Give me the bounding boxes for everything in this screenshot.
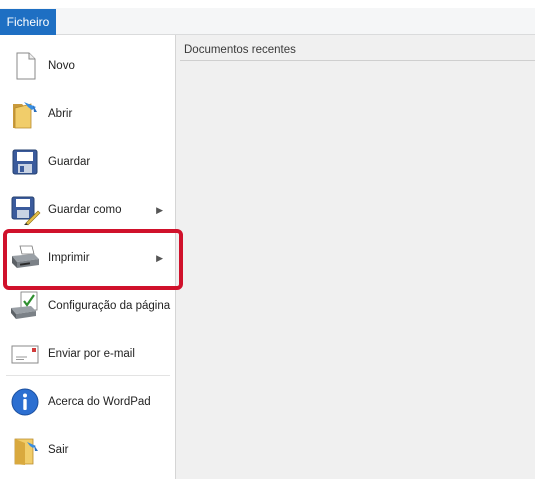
save-disk-icon xyxy=(12,149,38,175)
save-as-icon xyxy=(11,196,41,226)
new-document-icon xyxy=(16,52,36,80)
menu-item-label: Sair xyxy=(48,444,69,456)
highlight-box xyxy=(3,229,183,290)
file-tab[interactable]: Ficheiro xyxy=(0,9,56,35)
menu-item-save[interactable]: Guardar xyxy=(0,139,175,185)
exit-icon xyxy=(14,438,38,465)
menu-item-label: Acerca do WordPad xyxy=(48,396,151,408)
submenu-arrow-icon: ▶ xyxy=(156,204,163,215)
window-top-strip xyxy=(0,0,535,8)
menu-item-new[interactable]: Novo xyxy=(0,43,175,89)
ribbon-bar xyxy=(0,8,535,35)
menu-item-label: Guardar xyxy=(48,156,91,168)
menu-item-save-as[interactable]: Guardar como ▶ xyxy=(0,187,175,233)
info-icon xyxy=(11,388,39,416)
menu-item-label: Configuração da página xyxy=(48,300,171,312)
recent-documents-title: Documentos recentes xyxy=(184,44,296,56)
menu-item-label: Guardar como xyxy=(48,204,122,216)
recent-documents-divider xyxy=(180,60,535,61)
open-folder-icon xyxy=(13,102,37,129)
menu-item-exit[interactable]: Sair xyxy=(0,427,175,473)
menu-item-about[interactable]: Acerca do WordPad xyxy=(0,379,175,425)
menu-item-label: Enviar por e-mail xyxy=(48,348,135,360)
menu-item-label: Abrir xyxy=(48,108,73,120)
page-setup-icon xyxy=(11,291,38,319)
recent-documents-panel: Documentos recentes xyxy=(176,35,535,479)
menu-separator xyxy=(6,375,170,376)
menu-item-open[interactable]: Abrir xyxy=(0,91,175,137)
menu-item-email[interactable]: Enviar por e-mail xyxy=(0,331,175,377)
email-icon xyxy=(11,345,39,364)
menu-item-label: Novo xyxy=(48,60,75,72)
